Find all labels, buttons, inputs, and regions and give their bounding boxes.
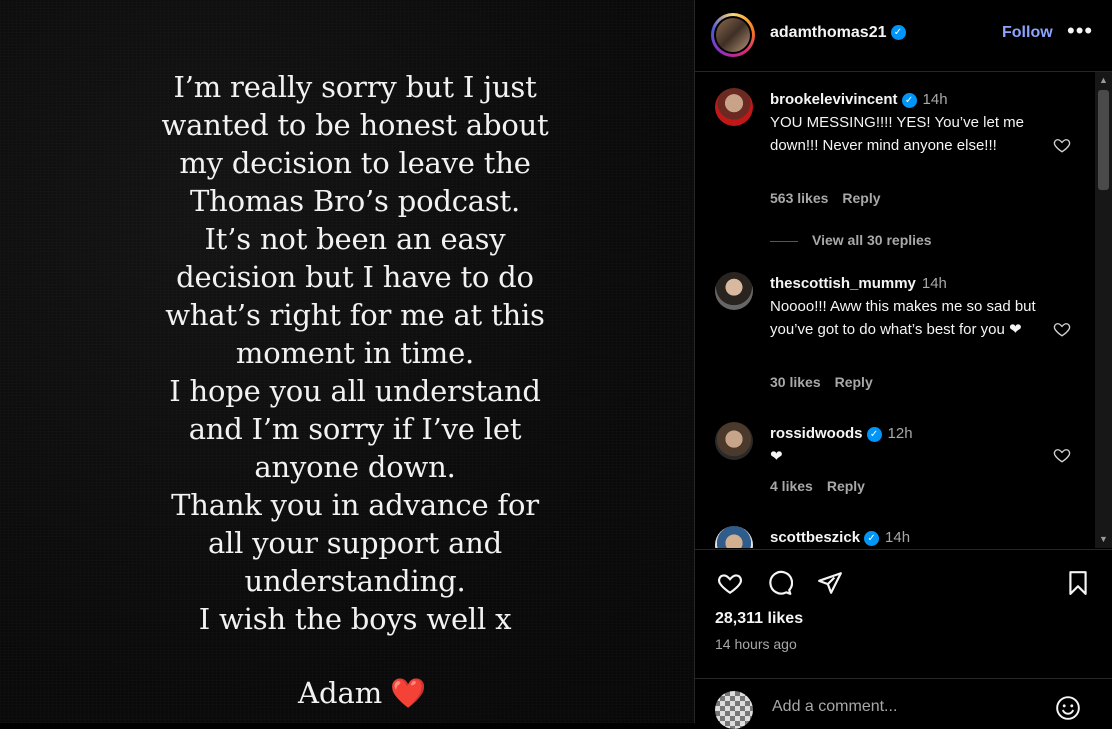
comment-time: 12h	[887, 425, 913, 442]
verified-badge-icon: ✓	[890, 25, 906, 41]
statement-line: my decision to leave the	[179, 146, 531, 180]
post-sidebar: adamthomas21 ✓ Follow ••• brookelevivince…	[694, 0, 1112, 729]
statement-line: I hope you all understand	[169, 374, 541, 408]
scrollbar-thumb[interactable]	[1098, 90, 1109, 190]
commenter-avatar[interactable]	[715, 272, 753, 310]
scroll-down-arrow-icon[interactable]: ▼	[1095, 531, 1112, 548]
statement-line: understanding.	[244, 564, 466, 598]
post-actions: 28,311 likes 14 hours ago	[695, 549, 1112, 660]
like-heart-icon[interactable]	[717, 570, 743, 596]
commenter-avatar[interactable]	[715, 88, 753, 126]
statement-line: and I’m sorry if I’ve let	[188, 412, 522, 446]
commenter-avatar[interactable]	[715, 422, 753, 460]
comment-body: scottbeszick ✓ 14h	[770, 526, 1040, 548]
author-username[interactable]: adamthomas21	[770, 24, 887, 41]
statement-line: all your support and	[207, 526, 503, 560]
commenter-username[interactable]: brookelevivincent	[770, 91, 898, 108]
comment-time: 14h	[885, 529, 911, 546]
add-comment-bar	[695, 678, 1112, 729]
post-media[interactable]: I’m really sorry but I just wanted to be…	[0, 0, 694, 723]
comment-meta: 4 likes Reply	[770, 478, 879, 494]
save-bookmark-icon[interactable]	[1065, 570, 1091, 596]
comment-time: 14h	[922, 91, 948, 108]
comment-likes[interactable]: 4 likes	[770, 478, 813, 494]
statement-line: Thomas Bro’s podcast.	[190, 184, 520, 218]
statement-line: wanted to be honest about	[161, 108, 549, 142]
comment-text: Noooo!!! Aww this makes me so sad but yo…	[770, 298, 1036, 338]
post-timestamp: 14 hours ago	[715, 636, 797, 652]
statement-line: It’s not been an easy	[204, 222, 506, 256]
signature-text: Adam	[298, 676, 383, 710]
follow-button[interactable]: Follow	[1002, 24, 1053, 42]
commenter-avatar[interactable]	[715, 526, 753, 548]
commenter-username[interactable]: thescottish_mummy	[770, 275, 916, 292]
statement-line: anyone down.	[254, 450, 456, 484]
viewer-avatar	[715, 691, 753, 729]
comment-likes[interactable]: 563 likes	[770, 190, 828, 206]
post-header: adamthomas21 ✓ Follow •••	[695, 0, 1112, 72]
add-comment-input[interactable]	[770, 697, 1034, 717]
emoji-icon[interactable]	[1055, 695, 1081, 721]
comment-text: YOU MESSING!!!! YES! You’ve let me down!…	[770, 114, 1024, 154]
view-replies-label: View all 30 replies	[812, 232, 932, 248]
comment-likes[interactable]: 30 likes	[770, 374, 821, 390]
statement-line: decision but I have to do	[176, 260, 534, 294]
heart-emoji: ❤	[770, 448, 783, 465]
verified-badge-icon: ✓	[901, 92, 917, 108]
comment-list: brookelevivincent ✓ 14h YOU MESSING!!!! YE…	[695, 72, 1093, 548]
heart-emoji: ❤️	[390, 676, 427, 710]
comment-body: thescottish_mummy 14h Noooo!!! Aww this m…	[770, 272, 1040, 341]
statement-line: I wish the boys well x	[198, 602, 512, 636]
verified-badge-icon: ✓	[864, 530, 880, 546]
like-comment-heart-icon[interactable]	[1053, 136, 1071, 154]
author-avatar[interactable]	[711, 13, 755, 57]
comment-meta: 563 likes Reply	[770, 190, 895, 206]
comment-time: 14h	[921, 275, 947, 292]
statement-line: what’s right for me at this	[165, 298, 545, 332]
statement-line: Thank you in advance for	[171, 488, 539, 522]
reply-button[interactable]: Reply	[827, 478, 865, 494]
comment-meta: 30 likes Reply	[770, 374, 887, 390]
view-replies-button[interactable]: View all 30 replies	[770, 232, 932, 248]
commenter-username[interactable]: scottbeszick	[770, 529, 860, 546]
comment-item: rossidwoods ✓ 12h ❤ 4 likes Reply	[695, 422, 1093, 502]
comment-bubble-icon[interactable]	[767, 570, 793, 596]
more-options-icon[interactable]: •••	[1067, 18, 1093, 44]
scroll-up-arrow-icon[interactable]: ▲	[1095, 72, 1112, 89]
like-count[interactable]: 28,311 likes	[715, 610, 803, 628]
reply-button[interactable]: Reply	[842, 190, 880, 206]
heart-emoji: ❤	[1009, 321, 1022, 338]
divider	[770, 240, 798, 242]
signature: Adam ❤️	[298, 676, 426, 711]
like-comment-heart-icon[interactable]	[1053, 446, 1071, 464]
comment-body: brookelevivincent ✓ 14h YOU MESSING!!!! YE…	[770, 88, 1040, 157]
post-statement: I’m really sorry but I just wanted to be…	[110, 68, 600, 638]
comment-item: scottbeszick ✓ 14h	[695, 526, 1093, 548]
statement-line: I’m really sorry but I just	[173, 70, 537, 104]
commenter-username[interactable]: rossidwoods	[770, 425, 863, 442]
author-username-row: adamthomas21 ✓	[770, 24, 906, 42]
comments-scrollbar[interactable]: ▲ ▼	[1095, 72, 1112, 548]
statement-line: moment in time.	[235, 336, 475, 370]
comment-item: thescottish_mummy 14h Noooo!!! Aww this m…	[695, 272, 1093, 402]
share-send-icon[interactable]	[817, 570, 843, 596]
like-comment-heart-icon[interactable]	[1053, 320, 1071, 338]
comment-item: brookelevivincent ✓ 14h YOU MESSING!!!! YE…	[695, 88, 1093, 268]
comment-body: rossidwoods ✓ 12h ❤	[770, 422, 1040, 468]
verified-badge-icon: ✓	[866, 426, 882, 442]
reply-button[interactable]: Reply	[835, 374, 873, 390]
